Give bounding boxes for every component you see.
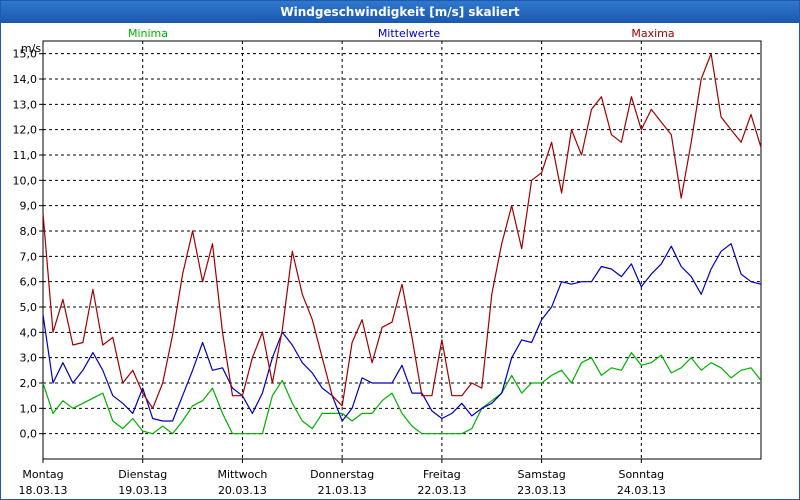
x-tick-label-date: 21.03.13 xyxy=(318,484,367,497)
y-tick-label: 3,0 xyxy=(20,352,38,365)
y-tick-label: 9,0 xyxy=(20,200,38,213)
x-tick-label-date: 22.03.13 xyxy=(417,484,466,497)
legend-entry-minima: Minima xyxy=(128,27,168,40)
wind-speed-chart: 0,0 1,0 2,0 3,0 4,0 5,0 6,0 7,0 8,0 9,0 10,0 11,0 12… xyxy=(13,27,762,497)
x-tick-label-date: 19.03.13 xyxy=(118,484,167,497)
y-tick-label: 12,0 xyxy=(13,124,38,137)
x-tick-label-date: 24.03.13 xyxy=(617,484,666,497)
x-tick-label-day: Sonntag xyxy=(618,468,664,481)
x-tick-label-date: 20.03.13 xyxy=(218,484,267,497)
x-tick-label-day: Donnerstag xyxy=(310,468,374,481)
y-tick-label: 1,0 xyxy=(20,402,38,415)
y-tick-label: 13,0 xyxy=(13,98,38,111)
y-tick-label: 11,0 xyxy=(13,149,38,162)
x-tick-label-date: 23.03.13 xyxy=(517,484,566,497)
y-tick-label: 0,0 xyxy=(20,428,38,441)
x-tick-label-day: Freitag xyxy=(423,468,461,481)
y-tick-label: 14,0 xyxy=(13,73,38,86)
x-tick-label-date: 18.03.13 xyxy=(19,484,68,497)
x-tick-label-day: Dienstag xyxy=(118,468,167,481)
y-tick-label: 6,0 xyxy=(20,276,38,289)
x-tick-label-day: Samstag xyxy=(518,468,566,481)
legend-entry-mittelwerte: Mittelwerte xyxy=(378,27,441,40)
y-tick-label: 8,0 xyxy=(20,225,38,238)
y-tick-label: 7,0 xyxy=(20,250,38,263)
y-axis-label: m/s xyxy=(21,42,41,55)
y-tick-label: 4,0 xyxy=(20,326,38,339)
y-tick-label: 5,0 xyxy=(20,301,38,314)
plot-area xyxy=(42,40,762,460)
y-tick-label: 10,0 xyxy=(13,174,38,187)
x-tick-label-day: Mittwoch xyxy=(217,468,267,481)
x-tick-label-day: Montag xyxy=(22,468,63,481)
chart-window: Windgeschwindigkeit [m/s] skaliert 0,0 1,… xyxy=(0,0,800,500)
legend-entry-maxima: Maxima xyxy=(631,27,674,40)
y-tick-label: 2,0 xyxy=(20,377,38,390)
